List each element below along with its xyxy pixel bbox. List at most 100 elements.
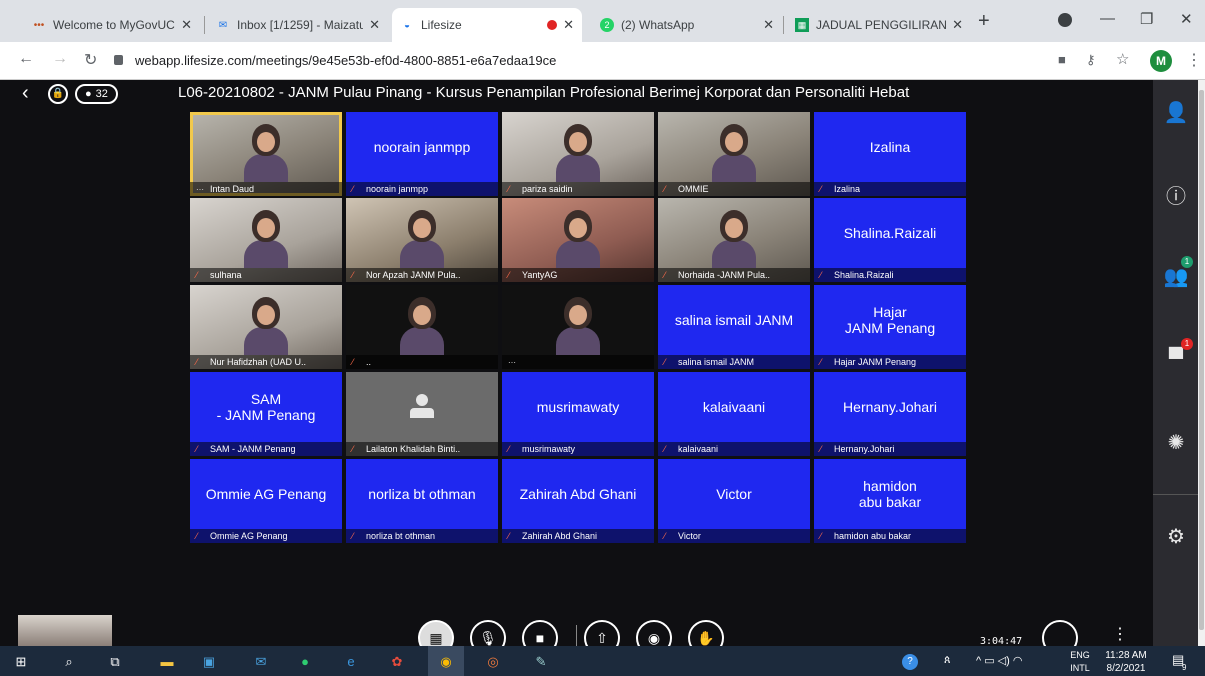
paint-icon[interactable]: ✎ bbox=[532, 653, 550, 671]
page-scrollbar[interactable] bbox=[1198, 80, 1205, 646]
participant-tile[interactable]: Shalina.Raizali Shalina.Raizali ⁄ bbox=[814, 198, 966, 282]
participant-tile[interactable]: Hernany.Johari Hernany.Johari ⁄ bbox=[814, 372, 966, 456]
participant-tile[interactable]: SAM - JANM Penang SAM - JANM Penang ⁄ bbox=[190, 372, 342, 456]
participant-tile[interactable]: Ommie AG Penang Ommie AG Penang ⁄ bbox=[190, 459, 342, 543]
participant-tile[interactable]: OMMIE ⁄ bbox=[658, 112, 810, 196]
close-icon[interactable]: ✕ bbox=[563, 17, 574, 33]
mail-app-icon[interactable]: ✉ bbox=[252, 653, 270, 671]
back-chevron-icon[interactable]: ‹ bbox=[22, 82, 29, 105]
info-icon[interactable]: ⓘ bbox=[1163, 184, 1189, 210]
menu-dots-icon[interactable]: ⋮ bbox=[1186, 50, 1202, 70]
close-icon[interactable]: ✕ bbox=[952, 17, 963, 33]
help-icon[interactable]: ? bbox=[902, 654, 918, 670]
participant-tile[interactable]: hamidon abu bakar hamidon abu bakar ⁄ bbox=[814, 459, 966, 543]
system-clock[interactable]: 11:28 AM 8/2/2021 bbox=[1104, 649, 1148, 675]
app-icon[interactable]: ✿ bbox=[388, 653, 406, 671]
signal-dots-icon: ⋯ bbox=[508, 358, 516, 367]
participant-video bbox=[244, 124, 288, 182]
signal-dots-icon: ⋯ bbox=[196, 185, 204, 194]
close-icon[interactable]: ✕ bbox=[181, 17, 192, 33]
mic-muted-icon: ⁄ bbox=[352, 184, 354, 194]
reload-icon[interactable]: ↻ bbox=[84, 50, 97, 70]
tab-mygovuc[interactable]: ••• Welcome to MyGovUC 2.0 ✕ bbox=[24, 8, 200, 42]
app-icon[interactable]: ● bbox=[296, 653, 314, 671]
participant-tile[interactable]: kalaivaani kalaivaani ⁄ bbox=[658, 372, 810, 456]
tab-separator bbox=[204, 16, 205, 34]
edge-icon[interactable]: e bbox=[342, 653, 360, 671]
close-icon[interactable]: ✕ bbox=[763, 17, 774, 33]
app-icon[interactable]: ◎ bbox=[484, 653, 502, 671]
participant-caption: YantyAG bbox=[502, 268, 654, 282]
participant-tile[interactable]: salina ismail JANM salina ismail JANM ⁄ bbox=[658, 285, 810, 369]
minimize-button[interactable]: — bbox=[1100, 10, 1115, 27]
window-close-button[interactable]: ✕ bbox=[1180, 10, 1193, 28]
add-participant-icon[interactable]: 👤 bbox=[1163, 100, 1189, 126]
back-arrow-icon[interactable]: ← bbox=[18, 50, 34, 68]
participant-caption: Izalina bbox=[814, 182, 966, 196]
tab-jadual[interactable]: ▦ JADUAL PENGGILIRAN KE ✕ bbox=[787, 8, 971, 42]
close-icon[interactable]: ✕ bbox=[369, 17, 380, 33]
task-view-icon[interactable]: ⧉ bbox=[106, 653, 124, 671]
participant-tile[interactable]: Nor Apzah JANM Pula.. ⁄ bbox=[346, 198, 498, 282]
browser-tab-strip: ••• Welcome to MyGovUC 2.0 ✕ ✉ Inbox [1/… bbox=[0, 0, 1205, 42]
star-icon[interactable]: ☆ bbox=[1116, 50, 1129, 68]
store-icon[interactable]: ▣ bbox=[200, 653, 218, 671]
participant-caption: .. bbox=[346, 355, 498, 369]
chat-badge: 1 bbox=[1181, 338, 1193, 350]
participant-tile[interactable]: Hajar JANM Penang Hajar JANM Penang ⁄ bbox=[814, 285, 966, 369]
participant-tile[interactable]: YantyAG ⁄ bbox=[502, 198, 654, 282]
participant-tile[interactable]: Lailaton Khalidah Binti.. ⁄ bbox=[346, 372, 498, 456]
participant-video bbox=[244, 297, 288, 355]
profile-avatar[interactable]: M bbox=[1150, 50, 1172, 72]
reactions-icon[interactable]: ✺ bbox=[1163, 430, 1189, 456]
tab-inbox[interactable]: ✉ Inbox [1/1259] - Maizatul ✕ bbox=[208, 8, 388, 42]
tab-whatsapp[interactable]: 2 (2) WhatsApp ✕ bbox=[592, 8, 782, 42]
participant-video bbox=[244, 210, 288, 268]
participant-caption: Norhaida -JANM Pula.. bbox=[658, 268, 810, 282]
participant-tile[interactable]: pariza saidin ⁄ bbox=[502, 112, 654, 196]
participant-tile[interactable]: .. ⁄ bbox=[346, 285, 498, 369]
participant-tile[interactable]: Nur Hafidzhah (UAD U.. ⁄ bbox=[190, 285, 342, 369]
default-avatar-icon bbox=[408, 394, 436, 424]
more-options-icon[interactable]: ⋮ bbox=[1112, 624, 1128, 644]
meeting-lock-icon[interactable]: 🔒 bbox=[48, 84, 68, 104]
participant-tile[interactable]: sulhana ⁄ bbox=[190, 198, 342, 282]
participant-tile[interactable]: Norhaida -JANM Pula.. ⁄ bbox=[658, 198, 810, 282]
scroll-thumb[interactable] bbox=[1199, 90, 1204, 630]
participant-tile[interactable]: Izalina Izalina ⁄ bbox=[814, 112, 966, 196]
maximize-button[interactable]: ❐ bbox=[1140, 10, 1153, 28]
search-icon[interactable]: ⌕ bbox=[60, 653, 78, 671]
participant-caption: Intan Daud bbox=[190, 182, 342, 196]
mic-muted-icon: ⁄ bbox=[508, 270, 510, 280]
camera-icon[interactable]: ■ bbox=[1058, 52, 1066, 67]
participant-display-name: SAM - JANM Penang bbox=[216, 391, 316, 423]
forward-arrow-icon[interactable]: → bbox=[52, 50, 68, 68]
participant-caption: kalaivaani bbox=[658, 442, 810, 456]
language-code: ENG bbox=[1070, 650, 1090, 660]
people-icon[interactable]: ጰ bbox=[944, 654, 951, 667]
participant-tile[interactable]: ⋯ bbox=[502, 285, 654, 369]
tab-lifesize[interactable]: ◒ Lifesize ✕ bbox=[392, 8, 582, 42]
participant-tile[interactable]: noorain janmpp noorain janmpp ⁄ bbox=[346, 112, 498, 196]
address-bar[interactable]: webapp.lifesize.com/meetings/9e45e53b-ef… bbox=[114, 48, 1044, 72]
participant-tile[interactable]: Intan Daud ⋯ bbox=[190, 112, 342, 196]
windows-start-icon[interactable]: ⊞ bbox=[12, 653, 30, 671]
participant-video bbox=[400, 297, 444, 355]
participant-count-pill[interactable]: ● 32 bbox=[75, 84, 118, 104]
participant-tile[interactable]: norliza bt othman norliza bt othman ⁄ bbox=[346, 459, 498, 543]
new-tab-button[interactable]: + bbox=[978, 10, 990, 33]
participant-tile[interactable]: musrimawaty musrimawaty ⁄ bbox=[502, 372, 654, 456]
tray-icons[interactable]: ^ ▭ ◁) ◠ bbox=[976, 654, 1022, 667]
file-explorer-icon[interactable]: ▬ bbox=[158, 653, 176, 671]
chrome-icon[interactable]: ◉ bbox=[437, 653, 455, 671]
participant-caption: Nur Hafidzhah (UAD U.. bbox=[190, 355, 342, 369]
key-icon[interactable]: ⚷ bbox=[1086, 52, 1096, 68]
participant-caption: SAM - JANM Penang bbox=[190, 442, 342, 456]
participant-tile[interactable]: Zahirah Abd Ghani Zahirah Abd Ghani ⁄ bbox=[502, 459, 654, 543]
self-view-thumbnail[interactable] bbox=[18, 615, 112, 646]
tab-search-icon[interactable] bbox=[1058, 13, 1072, 27]
language-indicator[interactable]: ENG INTL bbox=[1068, 649, 1092, 675]
settings-gear-icon[interactable]: ⚙ bbox=[1163, 524, 1189, 550]
participant-tile[interactable]: Victor Victor ⁄ bbox=[658, 459, 810, 543]
notification-icon[interactable]: ▤ bbox=[1172, 652, 1190, 670]
